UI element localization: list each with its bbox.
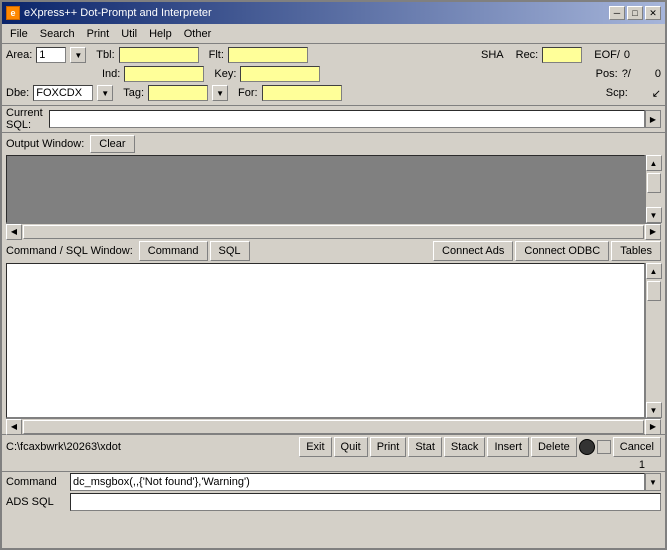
area-label: Area: xyxy=(6,49,32,61)
command-input-field[interactable] xyxy=(70,473,645,491)
output-header: Output Window: Clear xyxy=(2,133,665,155)
scroll-up-arrow[interactable]: ▲ xyxy=(646,155,662,171)
scp-value: ↙ xyxy=(652,87,661,100)
maximize-button[interactable]: □ xyxy=(627,6,643,20)
tag-label: Tag: xyxy=(123,87,144,99)
main-scroll-left[interactable]: ◀ xyxy=(6,419,22,435)
app-icon: e xyxy=(6,6,20,20)
tbl-label: Tbl: xyxy=(96,49,114,61)
main-area-container: Wa... ✕ i Not found Ok ▲ ▼ xyxy=(6,263,661,418)
close-button[interactable]: ✕ xyxy=(645,6,661,20)
connect-ads-button[interactable]: Connect Ads xyxy=(433,241,513,261)
path-bar: C:\fcaxbwrk\20263\xdot Exit Quit Print S… xyxy=(2,434,665,459)
tbl-input[interactable] xyxy=(119,47,199,63)
output-scrollbar[interactable]: ▲ ▼ xyxy=(645,155,661,223)
menu-util[interactable]: Util xyxy=(115,26,143,42)
title-bar: e eXpress++ Dot-Prompt and Interpreter ─… xyxy=(2,2,665,24)
sql-scroll-right[interactable]: ▶ xyxy=(645,110,661,128)
main-scroll-thumb[interactable] xyxy=(647,281,661,301)
dialog-overlay: Wa... ✕ i Not found Ok xyxy=(7,264,644,417)
pos-label: Pos: xyxy=(596,68,618,80)
menu-file[interactable]: File xyxy=(4,26,34,42)
command-dropdown[interactable]: ▼ xyxy=(645,473,661,491)
cmd-sql-row: Command / SQL Window: Command SQL Connec… xyxy=(2,239,665,263)
ind-label: Ind: xyxy=(102,68,120,80)
cancel-button[interactable]: Cancel xyxy=(613,437,661,457)
slash-value: 0 xyxy=(655,68,661,80)
output-horiz-scroll[interactable]: ◀ ▶ xyxy=(6,223,661,239)
cmd-label: Command / SQL Window: xyxy=(6,245,133,257)
dbe-dropdown[interactable]: ▼ xyxy=(97,85,113,101)
clear-button[interactable]: Clear xyxy=(90,135,134,153)
rec-input[interactable] xyxy=(542,47,582,63)
ads-row: ADS SQL xyxy=(2,492,665,512)
scroll-down-arrow[interactable]: ▼ xyxy=(646,207,662,223)
tag-input[interactable] xyxy=(148,85,208,101)
command-row: Command ▼ xyxy=(2,471,665,492)
for-label: For: xyxy=(238,87,258,99)
main-scroll-up[interactable]: ▲ xyxy=(646,263,662,279)
ind-input[interactable] xyxy=(124,66,204,82)
command-input-label: Command xyxy=(6,476,66,488)
command-button[interactable]: Command xyxy=(139,241,208,261)
main-horiz-thumb[interactable] xyxy=(23,420,644,434)
main-scroll-right[interactable]: ▶ xyxy=(645,419,661,435)
tables-button[interactable]: Tables xyxy=(611,241,661,261)
stack-button[interactable]: Stack xyxy=(444,437,486,457)
tag-dropdown[interactable]: ▼ xyxy=(212,85,228,101)
delete-button[interactable]: Delete xyxy=(531,437,577,457)
flt-label: Flt: xyxy=(209,49,224,61)
output-area-container: ▲ ▼ xyxy=(6,155,661,223)
key-label: Key: xyxy=(214,68,236,80)
dbe-input[interactable] xyxy=(33,85,93,101)
for-input[interactable] xyxy=(262,85,342,101)
main-scrollbar[interactable]: ▲ ▼ xyxy=(645,263,661,418)
rec-label: Rec: xyxy=(516,49,539,61)
insert-button[interactable]: Insert xyxy=(487,437,529,457)
area-input[interactable] xyxy=(36,47,66,63)
small-rect-button[interactable] xyxy=(597,440,611,454)
main-text-area[interactable]: Wa... ✕ i Not found Ok xyxy=(6,263,645,418)
print-button[interactable]: Print xyxy=(370,437,407,457)
stat-button[interactable]: Stat xyxy=(408,437,442,457)
title-text: eXpress++ Dot-Prompt and Interpreter xyxy=(24,7,212,19)
eof-label: EOF/ xyxy=(594,49,620,61)
pos-value: ?/ xyxy=(622,68,631,80)
scroll-thumb[interactable] xyxy=(647,173,661,193)
current-sql-input[interactable] xyxy=(49,110,645,128)
output-label: Output Window: xyxy=(6,138,84,150)
fields-area: Area: ▼ Tbl: Flt: SHA Rec: EOF/ 0 Ind: K… xyxy=(2,44,665,106)
output-area xyxy=(6,155,645,223)
current-sql-row: CurrentSQL: ▶ xyxy=(2,106,665,133)
exit-button[interactable]: Exit xyxy=(299,437,331,457)
menu-print[interactable]: Print xyxy=(81,26,116,42)
dbe-label: Dbe: xyxy=(6,87,29,99)
menu-search[interactable]: Search xyxy=(34,26,81,42)
scp-label: Scp: xyxy=(606,87,628,99)
path-text: C:\fcaxbwrk\20263\xdot xyxy=(6,441,297,453)
horiz-thumb[interactable] xyxy=(23,225,644,239)
eof-value: 0 xyxy=(624,49,630,61)
scroll-left-arrow[interactable]: ◀ xyxy=(6,224,22,240)
scroll-right-arrow2[interactable]: ▶ xyxy=(645,224,661,240)
line-number: 1 xyxy=(639,459,645,471)
sql-button[interactable]: SQL xyxy=(210,241,250,261)
sha-label: SHA xyxy=(481,49,504,61)
current-sql-label: CurrentSQL: xyxy=(6,107,43,131)
flt-input[interactable] xyxy=(228,47,308,63)
menu-bar: File Search Print Util Help Other xyxy=(2,24,665,44)
main-scroll-down[interactable]: ▼ xyxy=(646,402,662,418)
minimize-button[interactable]: ─ xyxy=(609,6,625,20)
menu-help[interactable]: Help xyxy=(143,26,178,42)
ads-input-field[interactable] xyxy=(70,493,661,511)
main-horiz-scroll[interactable]: ◀ ▶ xyxy=(6,418,661,434)
quit-button[interactable]: Quit xyxy=(334,437,368,457)
ads-label: ADS SQL xyxy=(6,496,66,508)
circle-button[interactable] xyxy=(579,439,595,455)
key-input[interactable] xyxy=(240,66,320,82)
connect-odbc-button[interactable]: Connect ODBC xyxy=(515,241,609,261)
menu-other[interactable]: Other xyxy=(178,26,218,42)
area-dropdown[interactable]: ▼ xyxy=(70,47,86,63)
